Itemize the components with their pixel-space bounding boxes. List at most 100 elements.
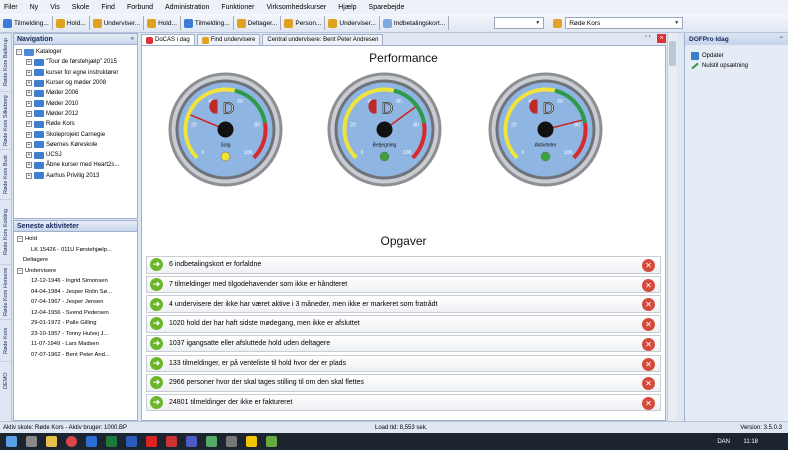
refresh-link[interactable]: Opdater xyxy=(685,51,788,61)
toolbar-combo-1[interactable]: ▼ xyxy=(494,17,545,29)
expand-icon[interactable]: + xyxy=(26,131,32,138)
tree-item[interactable]: + Møder 2012 xyxy=(16,109,137,119)
expand-icon[interactable]: + xyxy=(26,141,32,148)
tree-item[interactable]: + Kurser og møder 2008 xyxy=(16,78,137,88)
collapse-up-icon[interactable]: ⌃ xyxy=(779,35,788,43)
dismiss-icon[interactable]: ✕ xyxy=(642,357,655,371)
recent-item[interactable]: 12-12-1946 - Ingrid Simonsen xyxy=(17,276,137,287)
app-icon-2[interactable] xyxy=(266,436,277,447)
recent-group-undervisere[interactable]: − Undervisere xyxy=(17,266,137,277)
tab-0[interactable]: DoCAS i dag xyxy=(141,34,195,45)
vertical-tab[interactable]: Røde Kors Silkeborg xyxy=(0,91,12,149)
reset-layout-link[interactable]: Nulstil opsætning xyxy=(685,61,788,71)
red-cross-app-icon[interactable] xyxy=(146,436,157,447)
menu-item-1[interactable]: Ny xyxy=(30,4,39,11)
tree-item[interactable]: + Søernes Køreskole xyxy=(16,140,137,150)
file-explorer-icon[interactable] xyxy=(46,436,57,447)
vertical-tab[interactable]: Røde Kors xyxy=(0,319,12,361)
expand-icon[interactable]: + xyxy=(26,162,32,169)
menu-item-8[interactable]: Virksomhedskurser xyxy=(266,4,326,11)
dismiss-icon[interactable]: ✕ xyxy=(642,337,655,351)
task-row[interactable]: ➜ 1020 hold der har haft sidste mødegang,… xyxy=(146,315,661,333)
recent-group-deltagere[interactable]: Deltagere xyxy=(17,255,137,266)
outlook-icon[interactable] xyxy=(86,436,97,447)
expand-icon[interactable]: + xyxy=(26,69,32,76)
dismiss-icon[interactable]: ✕ xyxy=(642,278,655,292)
word-icon[interactable] xyxy=(126,436,137,447)
tree-item[interactable]: + Skoleprojekt Carnegie xyxy=(16,129,137,139)
menu-item-4[interactable]: Find xyxy=(101,4,115,11)
vertical-tab[interactable]: Røde Kors Horsens xyxy=(0,264,12,319)
dismiss-icon[interactable]: ✕ xyxy=(642,259,655,272)
toolbar-button[interactable]: Underviser... xyxy=(92,18,140,28)
go-arrow-icon[interactable]: ➜ xyxy=(150,337,163,351)
school-select[interactable]: Røde Kors ▼ xyxy=(565,17,684,29)
task-row[interactable]: ➜ 7 tilmeldinger med tilgodehavender som … xyxy=(146,275,661,294)
recent-item[interactable]: 23-10-1957 - Tonny Hulvej J... xyxy=(17,329,137,340)
task-row[interactable]: ➜ 133 tilmeldinger, er på venteliste til … xyxy=(146,354,661,372)
language-indicator[interactable]: DAN xyxy=(717,439,730,445)
menu-item-7[interactable]: Funktioner xyxy=(221,4,254,11)
tree-item[interactable]: + Møder 2006 xyxy=(16,88,137,98)
collapse-icon[interactable]: − xyxy=(16,49,22,56)
menu-item-9[interactable]: Hjælp xyxy=(338,4,356,11)
menu-item-5[interactable]: Forbund xyxy=(127,4,153,11)
go-arrow-icon[interactable]: ➜ xyxy=(150,297,163,311)
task-row[interactable]: ➜ 4 undervisere der ikke har været aktive… xyxy=(146,295,661,313)
tree-item[interactable]: + Møder 2010 xyxy=(16,98,137,108)
toolbar-button[interactable]: Hold... xyxy=(55,18,86,28)
collapse-icon[interactable]: − xyxy=(17,236,23,243)
dismiss-icon[interactable]: ✕ xyxy=(642,377,655,391)
toolbar-button[interactable]: Tilmelding... xyxy=(3,18,49,28)
expand-icon[interactable]: + xyxy=(26,100,32,107)
go-arrow-icon[interactable]: ➜ xyxy=(150,258,163,272)
go-arrow-icon[interactable]: ➜ xyxy=(150,376,163,390)
vertical-scrollbar[interactable] xyxy=(667,33,677,421)
vertical-tab[interactable]: Røde Kors Kolding xyxy=(0,199,12,264)
menu-item-10[interactable]: Sparebejde xyxy=(369,4,405,11)
excel-icon[interactable] xyxy=(106,436,117,447)
tree-item[interactable]: + "Tour de førstehjælp" 2015 xyxy=(16,57,137,67)
expand-icon[interactable]: + xyxy=(26,110,32,117)
menu-item-0[interactable]: Filer xyxy=(4,4,18,11)
tab-2[interactable]: Central undervisere: Bent Peter Andresen xyxy=(262,34,384,45)
toolbar-button[interactable]: Tilmelding... xyxy=(183,18,230,28)
toolbar-button[interactable]: Person... xyxy=(284,18,321,28)
scrollbar-thumb[interactable] xyxy=(669,41,676,66)
go-arrow-icon[interactable]: ➜ xyxy=(150,317,163,331)
teams-icon[interactable] xyxy=(186,436,197,447)
toolbar-button[interactable]: Hold... xyxy=(147,18,177,28)
recent-item[interactable]: 12-04-1956 - Svend Pedersen xyxy=(17,308,137,319)
vertical-tab[interactable]: Røde Kors Bust xyxy=(0,149,12,199)
expand-icon[interactable]: + xyxy=(26,90,32,97)
settings-icon[interactable] xyxy=(226,436,237,447)
recent-item[interactable]: 29-01-1972 - Palle Gilling xyxy=(17,318,137,329)
menu-item-3[interactable]: Skole xyxy=(72,4,90,11)
menu-item-6[interactable]: Administration xyxy=(165,4,209,11)
collapse-icon[interactable]: « xyxy=(131,36,137,42)
app-icon[interactable] xyxy=(206,436,217,447)
toolbar-button[interactable]: Deltager... xyxy=(236,18,277,28)
clock[interactable]: 11:18 xyxy=(743,439,758,445)
menu-item-2[interactable]: Vis xyxy=(50,4,60,11)
tree-item[interactable]: + Aarhus Privilig 2013 xyxy=(16,171,137,181)
tab-scroll-arrows[interactable]: ‹ › xyxy=(645,34,651,40)
chrome-icon[interactable] xyxy=(66,436,77,447)
task-row[interactable]: ➜ 1037 igangsatte eller afsluttede hold u… xyxy=(146,334,661,353)
tree-item[interactable]: + Åbne kurser med Heart2s... xyxy=(16,160,137,170)
go-arrow-icon[interactable]: ➜ xyxy=(150,356,163,370)
recent-item[interactable]: 04-04-1984 - Jesper Rolin Sø... xyxy=(17,287,137,298)
tree-item[interactable]: + kurser for egne instruktører xyxy=(16,68,137,78)
search-icon[interactable] xyxy=(26,436,37,447)
sticky-notes-icon[interactable] xyxy=(246,436,257,447)
recent-item[interactable]: 07-07-1962 - Bent Peter And... xyxy=(17,350,137,361)
task-row[interactable]: ➜ 24801 tilmeldinger der ikke er fakturer… xyxy=(146,393,661,412)
tab-1[interactable]: Find undervisere xyxy=(196,34,261,45)
expand-icon[interactable]: + xyxy=(26,172,32,179)
tree-item[interactable]: + Røde Kors xyxy=(16,119,137,129)
recent-group-hold[interactable]: − Hold xyxy=(17,234,137,245)
expand-icon[interactable]: + xyxy=(26,152,32,159)
dismiss-icon[interactable]: ✕ xyxy=(642,396,655,410)
expand-icon[interactable]: + xyxy=(26,121,32,128)
toolbar-button[interactable]: Indbetalingskort... xyxy=(382,18,445,28)
